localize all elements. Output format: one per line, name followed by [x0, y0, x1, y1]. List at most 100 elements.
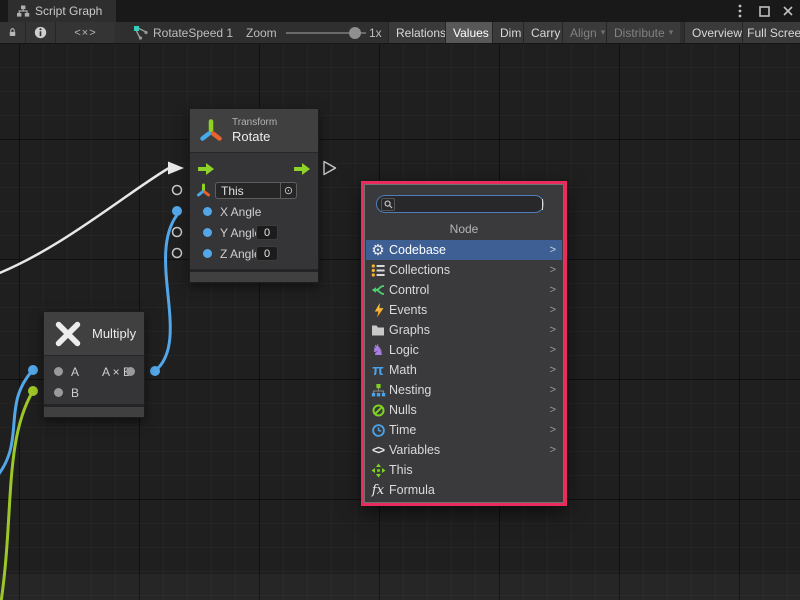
node-multiply[interactable]: Multiply A A × B B — [43, 311, 145, 418]
a-label: A — [71, 365, 79, 379]
inspect-button[interactable] — [25, 22, 55, 43]
align-dropdown[interactable]: Align ▾ — [562, 22, 612, 43]
finder-item-events[interactable]: Events > — [366, 300, 562, 320]
finder-item-label: Nesting — [389, 383, 431, 397]
zangle-value-field[interactable]: 0 — [256, 246, 278, 261]
graph-reference[interactable]: RotateSpeed 1 — [133, 22, 233, 43]
maximize-icon[interactable] — [756, 3, 772, 19]
chevron-right-icon: > — [550, 264, 556, 276]
zoom-slider-thumb[interactable] — [349, 27, 361, 39]
tab-label: Script Graph — [35, 4, 102, 18]
zangle-port[interactable] — [203, 249, 212, 258]
flow-wire[interactable] — [0, 168, 169, 276]
zangle-outer-port[interactable] — [173, 249, 182, 258]
zoom-value: 1x — [369, 22, 382, 43]
distribute-dropdown[interactable]: Distribute ▾ — [606, 22, 680, 43]
zangle-port-row: Z Angle 0 — [190, 243, 318, 264]
close-icon[interactable] — [780, 3, 796, 19]
values-toggle[interactable]: Values — [445, 22, 496, 43]
fullscreen-button[interactable]: Full Screen — [742, 22, 800, 43]
chevron-right-icon: > — [550, 324, 556, 336]
finder-item-formula[interactable]: fx Formula — [366, 480, 562, 500]
breadcrumb-label: <×> — [74, 27, 96, 39]
value-wire-to-b[interactable] — [1, 391, 33, 600]
finder-item-nesting[interactable]: Nesting > — [366, 380, 562, 400]
graph-canvas[interactable]: Transform Rotate — [0, 44, 800, 600]
chevron-right-icon: > — [550, 404, 556, 416]
wire-endpoint-dot — [150, 366, 160, 376]
finder-item-label: Events — [389, 303, 427, 317]
kebab-menu-icon[interactable] — [732, 3, 748, 19]
info-icon — [34, 26, 47, 39]
finder-item-label: Logic — [389, 343, 419, 357]
product-output-port[interactable] — [126, 367, 135, 376]
finder-item-graphs[interactable]: Graphs > — [366, 320, 562, 340]
breadcrumb-root-button[interactable]: <×> — [55, 22, 115, 43]
flow-output-arrow-icon[interactable] — [294, 163, 311, 175]
object-picker-icon[interactable]: ⊙ — [280, 183, 296, 198]
folder-icon — [369, 322, 387, 338]
finder-search-input[interactable] — [395, 197, 608, 211]
null-icon — [369, 402, 387, 418]
this-outer-port[interactable] — [173, 186, 182, 195]
chevron-right-icon: > — [550, 284, 556, 296]
finder-item-math[interactable]: π Math > — [366, 360, 562, 380]
finder-search-box[interactable] — [376, 195, 544, 213]
finder-item-variables[interactable]: <> Variables > — [366, 440, 562, 460]
finder-item-label: Nulls — [389, 403, 417, 417]
carry-toggle[interactable]: Carry — [523, 22, 567, 43]
finder-item-collections[interactable]: Collections > — [366, 260, 562, 280]
finder-item-this[interactable]: This — [366, 460, 562, 480]
knight-icon: ♞ — [369, 342, 387, 358]
chevron-down-icon: ▾ — [669, 27, 674, 38]
wire-endpoint-dot — [28, 365, 38, 375]
finder-item-logic[interactable]: ♞ Logic > — [366, 340, 562, 360]
b-label: B — [71, 386, 79, 400]
value-wire-to-a[interactable] — [0, 370, 33, 480]
b-input-port[interactable] — [54, 388, 63, 397]
finder-item-time[interactable]: Time > — [366, 420, 562, 440]
multiply-icon — [52, 318, 84, 350]
node-title: Multiply — [92, 326, 136, 341]
yangle-outer-port[interactable] — [173, 228, 182, 237]
finder-item-label: Time — [389, 423, 416, 437]
embed-graph-icon — [133, 25, 148, 40]
values-label: Values — [453, 26, 489, 40]
list-icon — [369, 262, 387, 278]
wire-endpoint-dot — [28, 386, 38, 396]
finder-item-control[interactable]: Control > — [366, 280, 562, 300]
this-object-field[interactable]: This ⊙ — [215, 182, 297, 199]
finder-item-label: Control — [389, 283, 429, 297]
node-transform-rotate[interactable]: Transform Rotate — [189, 108, 319, 283]
a-port-row: A A × B — [44, 361, 144, 382]
zangle-label: Z Angle — [220, 247, 261, 261]
xangle-label: X Angle — [220, 205, 261, 219]
title-bar: Script Graph — [0, 0, 800, 22]
lock-button[interactable] — [0, 22, 25, 43]
flow-output-outer-port[interactable] — [324, 162, 336, 175]
flow-input-arrow-icon[interactable] — [198, 163, 215, 175]
graph-toolbar: <×> RotateSpeed 1 Zoom 1x Relations Valu… — [0, 22, 800, 44]
a-input-port[interactable] — [54, 367, 63, 376]
node-header[interactable]: Multiply — [44, 312, 144, 356]
yangle-label: Y Angle — [220, 226, 261, 240]
finder-item-label: Collections — [389, 263, 450, 277]
node-header[interactable]: Transform Rotate — [190, 109, 318, 153]
chevron-right-icon: > — [550, 444, 556, 456]
finder-item-codebase[interactable]: ⚙ Codebase > — [366, 240, 562, 260]
flow-port-row — [190, 158, 318, 179]
chevron-right-icon: > — [550, 244, 556, 256]
move-arrows-icon — [369, 462, 387, 478]
overview-button[interactable]: Overview — [684, 22, 749, 43]
finder-item-nulls[interactable]: Nulls > — [366, 400, 562, 420]
yangle-value-field[interactable]: 0 — [256, 225, 278, 240]
yangle-port[interactable] — [203, 228, 212, 237]
xangle-connected-port[interactable] — [172, 206, 182, 216]
tab-script-graph[interactable]: Script Graph — [8, 0, 116, 22]
brackets-icon: <> — [369, 442, 387, 458]
value-wire-multiply-to-xangle[interactable] — [155, 215, 177, 371]
relations-toggle[interactable]: Relations — [388, 22, 453, 43]
xangle-port[interactable] — [203, 207, 212, 216]
fullscreen-label: Full Screen — [747, 26, 800, 40]
node-footer — [190, 269, 318, 282]
